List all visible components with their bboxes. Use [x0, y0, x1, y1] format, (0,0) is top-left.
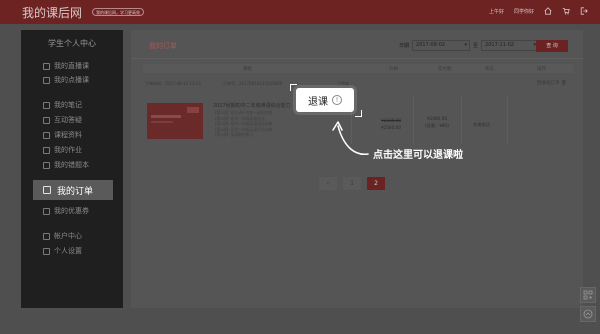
end-date-value: 2017-11-02: [485, 42, 515, 48]
logout-icon[interactable]: [580, 7, 588, 15]
sidebar-item-notes[interactable]: 我的笔记: [43, 100, 82, 110]
homework-icon: [43, 146, 50, 154]
sidebar-item-label: 我的直播课: [54, 62, 89, 70]
refund-button[interactable]: 退课 !: [296, 88, 354, 112]
site-slogan: 我的课后网，学习更高效: [92, 8, 144, 16]
sidebar-item-orders[interactable]: 我的订单: [33, 180, 113, 200]
account-icon: [43, 232, 50, 240]
book-icon: [43, 161, 50, 169]
qrcode-icon: [583, 290, 593, 300]
note-icon: [43, 101, 50, 109]
site-logo[interactable]: 我的课后网: [22, 4, 82, 21]
lesson-line: 【第1讲】现在进行时和一般现在时: [213, 110, 273, 115]
order-status-tag: 已完成: [337, 81, 349, 86]
header-action: 操作: [537, 67, 546, 72]
paid-note: (优惠：¥80): [425, 123, 449, 128]
paid-amount: ¥2080.00: [427, 116, 447, 121]
refund-hint-text: 点击这里可以退课啦: [373, 150, 463, 161]
home-icon[interactable]: [544, 7, 552, 15]
page-button-1[interactable]: 1: [343, 177, 361, 190]
sidebar: 学生个人中心 我的直播课 我的点播课 我的笔记 互动答疑 课程资料 我的作业 我…: [21, 30, 123, 308]
header-course: 课程: [243, 67, 252, 72]
sidebar-item-materials[interactable]: 课程资料: [43, 130, 82, 140]
discount-price: ¥2560.00: [381, 125, 401, 130]
sidebar-item-label: 课程资料: [54, 131, 82, 139]
sidebar-item-label: 我的笔记: [54, 101, 82, 109]
order-icon: [43, 186, 51, 194]
pointer-arrow-icon: [332, 121, 369, 156]
cart-icon[interactable]: [562, 7, 570, 15]
start-date-value: 2017-08-02: [416, 42, 446, 48]
qa-icon: [43, 116, 50, 124]
pagination: ‹ 1 2: [319, 177, 385, 190]
sidebar-item-label: 我的错题本: [54, 161, 89, 169]
course-thumbnail[interactable]: [147, 103, 203, 139]
order-date: 下单时间：2017-08-10 13:52: [145, 81, 202, 86]
top-right-area: 上午好 同学你好: [489, 7, 588, 15]
sidebar-item-settings[interactable]: 个人设置: [43, 246, 82, 256]
sidebar-item-label: 个人设置: [54, 247, 82, 255]
header-status[interactable]: 状态: [485, 66, 494, 72]
divider: [507, 96, 508, 144]
sidebar-item-coupons[interactable]: 我的优惠券: [43, 206, 89, 216]
table-header: 课程 价格 实付款 状态 操作: [143, 64, 573, 73]
date-filter: 日期 2017-08-02 ▾ 至 2017-11-02 ▾: [399, 40, 540, 51]
user-greeting: 上午好: [488, 8, 504, 15]
order-number: 订单号：20170810135200000: [223, 81, 283, 86]
lesson-line: 【第3讲】初中二年级英语阅读训练: [213, 121, 273, 126]
lesson-line: 【第5讲】英语期中复习: [213, 132, 254, 137]
top-bar: 我的课后网 我的课后网，学习更高效 上午好 同学你好: [0, 0, 600, 24]
settings-icon: [43, 247, 50, 255]
sidebar-item-live-courses[interactable]: 我的直播课: [43, 61, 89, 71]
recycle-bin-label: 回收站订单: [537, 81, 560, 86]
top-icon: [583, 309, 593, 319]
refund-label: 退课: [308, 96, 328, 108]
file-icon: [43, 131, 50, 139]
divider: [131, 58, 583, 59]
sidebar-item-account[interactable]: 帐户中心: [43, 231, 82, 241]
status-text: 交易成功: [473, 122, 490, 127]
info-icon: !: [332, 95, 342, 105]
divider: [413, 96, 414, 144]
coupon-icon: [43, 207, 50, 215]
highlight-corner: [355, 110, 362, 117]
prev-page-button[interactable]: ‹: [319, 177, 337, 190]
date-label: 日期: [399, 43, 410, 49]
header-price: 价格: [389, 67, 398, 72]
trash-icon: 🗑: [560, 81, 567, 86]
end-date-input[interactable]: 2017-11-02 ▾: [481, 40, 540, 51]
sidebar-item-label: 互动答疑: [54, 116, 82, 124]
qrcode-button[interactable]: [580, 287, 596, 303]
back-to-top-button[interactable]: [580, 306, 596, 322]
sidebar-item-video-courses[interactable]: 我的点播课: [43, 75, 89, 85]
live-icon: [43, 62, 50, 70]
username-link[interactable]: 同学你好: [514, 8, 534, 15]
course-title[interactable]: 2017秋期初中二年级英语综合能力: [213, 102, 291, 109]
header-paid: 实付款: [438, 67, 452, 72]
page-button-2[interactable]: 2: [367, 177, 385, 190]
sidebar-title: 学生个人中心: [48, 39, 96, 48]
sidebar-item-label: 我的订单: [57, 186, 94, 197]
sidebar-item-qa[interactable]: 互动答疑: [43, 115, 82, 125]
divider: [461, 96, 462, 144]
sidebar-item-homework[interactable]: 我的作业: [43, 145, 82, 155]
sidebar-item-label: 我的点播课: [54, 76, 89, 84]
start-date-input[interactable]: 2017-08-02 ▾: [412, 40, 471, 51]
course-lessons: 【第1讲】现在进行时和一般现在时 【第2讲】初中二年级英语语法 【第3讲】初中二…: [213, 110, 272, 138]
video-icon: [43, 76, 50, 84]
sidebar-item-mistakes[interactable]: 我的错题本: [43, 160, 89, 170]
sidebar-item-label: 帐户中心: [54, 232, 82, 240]
sidebar-item-label: 我的作业: [54, 146, 82, 154]
date-separator: 至: [473, 43, 479, 49]
main-panel: 我的订单 日期 2017-08-02 ▾ 至 2017-11-02 ▾ 查 询 …: [131, 30, 583, 308]
sidebar-item-label: 我的优惠券: [54, 207, 89, 215]
search-button[interactable]: 查 询: [536, 40, 568, 52]
chevron-down-icon: ▾: [464, 42, 468, 48]
recycle-bin-link[interactable]: 回收站订单 🗑: [537, 80, 567, 86]
original-price: ¥2160.00: [381, 118, 401, 123]
tab-my-orders[interactable]: 我的订单: [149, 41, 177, 51]
